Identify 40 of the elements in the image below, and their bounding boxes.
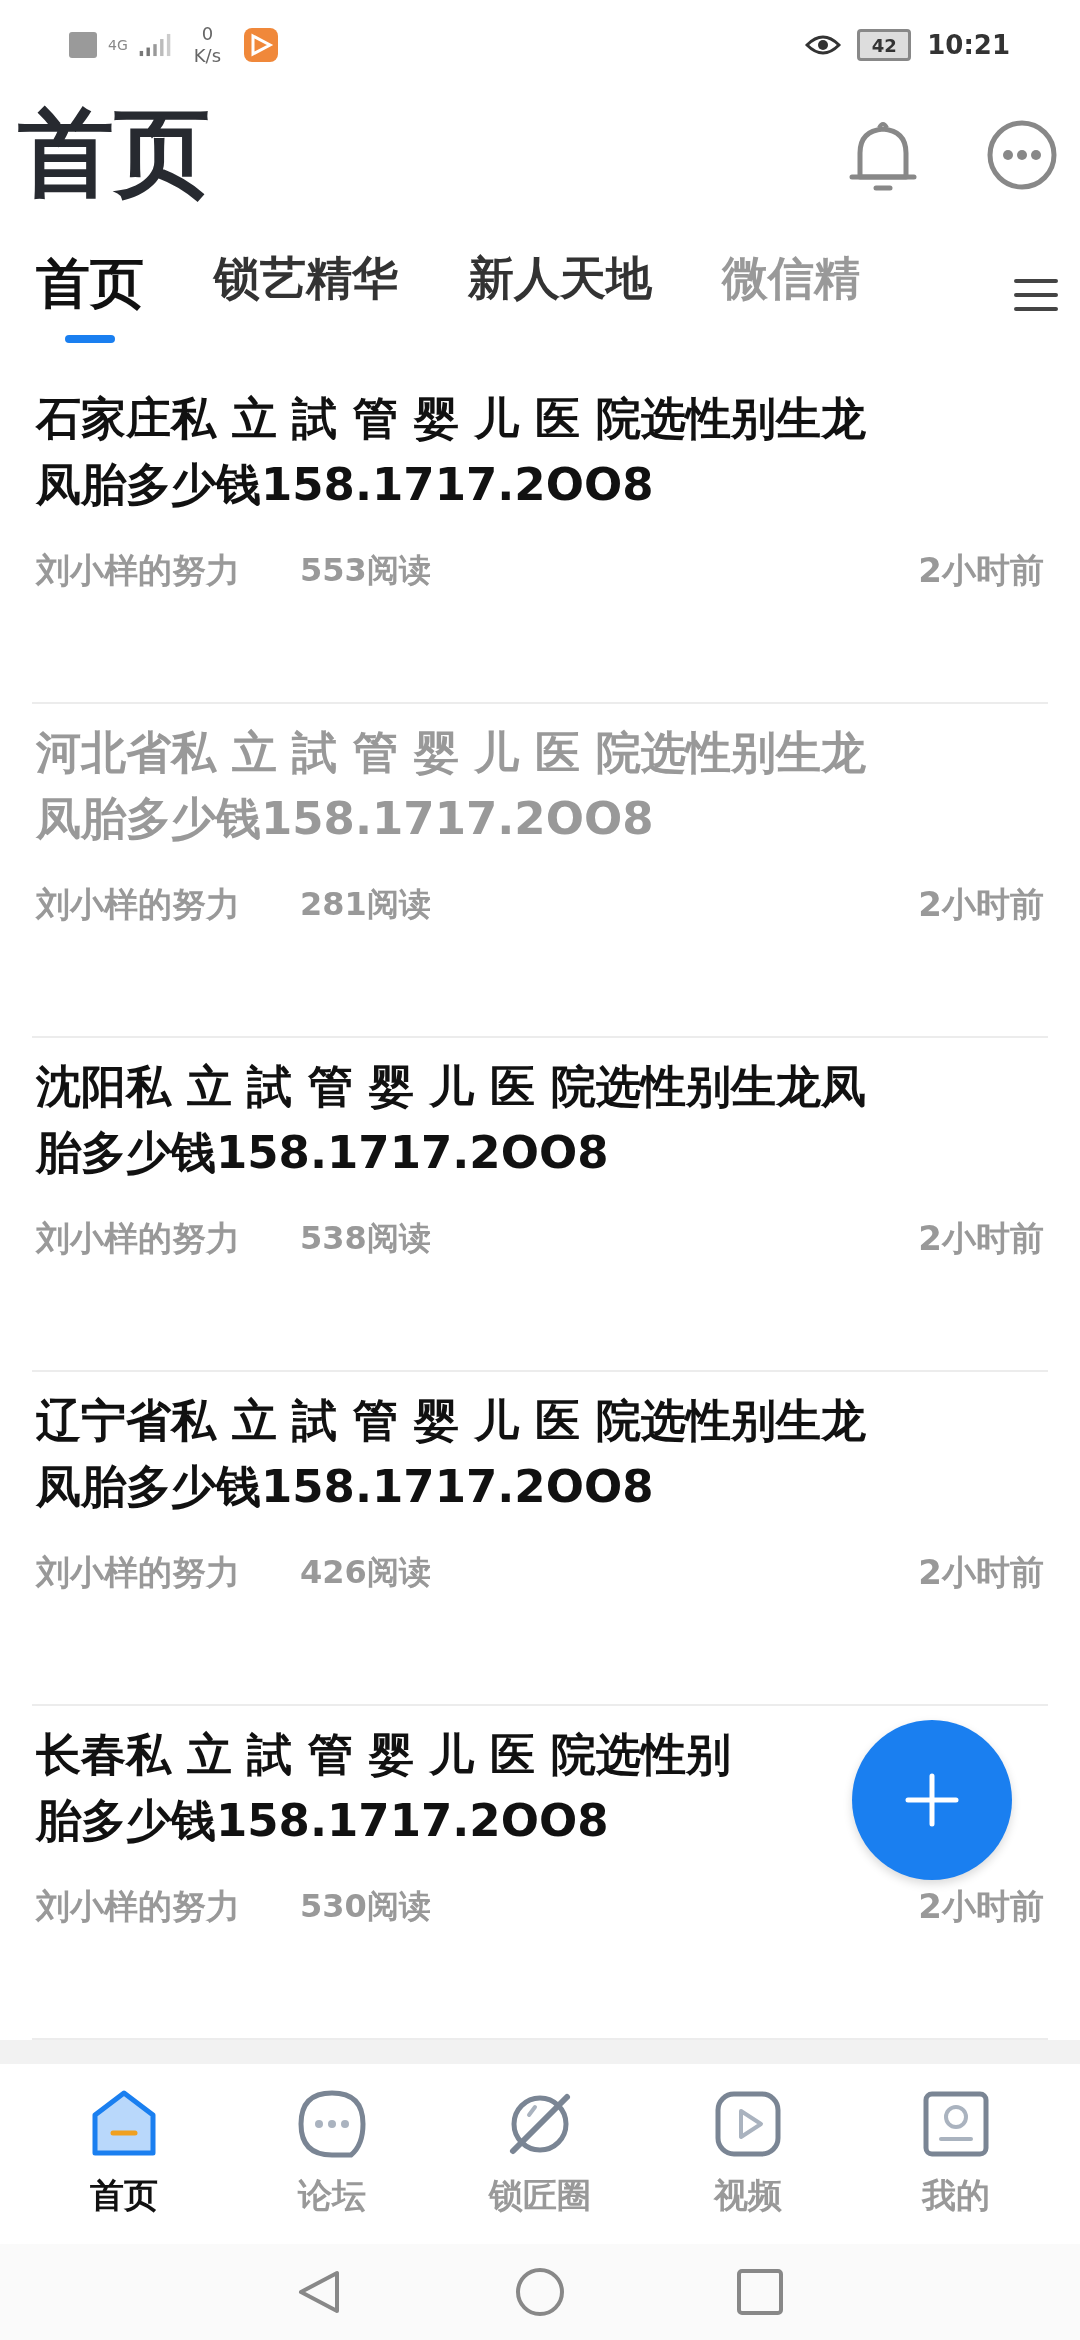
article-title[interactable]: 长春私 立 試 管 婴 儿 医 院选性别 胎多少钱158.1717.2OO8 bbox=[32, 1722, 735, 1854]
chat-icon bbox=[297, 2089, 367, 2159]
read-count: 530阅读 bbox=[300, 1886, 431, 1927]
author-name: 刘小样的努力 bbox=[36, 549, 240, 592]
read-count: 538阅读 bbox=[300, 1218, 431, 1259]
tab[interactable]: 首页 bbox=[36, 247, 144, 343]
clock-time: 10:21 bbox=[927, 30, 1010, 60]
home-icon[interactable] bbox=[515, 2267, 565, 2317]
post-time: 2小时前 bbox=[918, 549, 1044, 592]
author-name: 刘小样的努力 bbox=[36, 883, 240, 926]
speed-unit: K/s bbox=[193, 45, 221, 67]
play-icon bbox=[713, 2089, 783, 2159]
signal-icon bbox=[137, 31, 172, 59]
recents-icon[interactable] bbox=[735, 2267, 785, 2317]
battery-icon: 42 bbox=[857, 29, 912, 61]
nav-item[interactable]: 首页 bbox=[44, 2089, 204, 2219]
eye-icon bbox=[805, 33, 842, 57]
page-title: 首页 bbox=[18, 96, 210, 211]
app-icon bbox=[243, 27, 279, 63]
person-icon bbox=[921, 2089, 991, 2159]
article-title[interactable]: 石家庄私 立 試 管 婴 儿 医 院选性别生龙 凤胎多少钱158.1717.2OO8 bbox=[32, 386, 870, 518]
read-count: 553阅读 bbox=[300, 550, 431, 591]
author-name: 刘小样的努力 bbox=[36, 1551, 240, 1594]
tab[interactable]: 新人天地 bbox=[468, 247, 652, 343]
network-type: 4G bbox=[108, 37, 128, 53]
more-icon[interactable] bbox=[986, 119, 1058, 191]
post-time: 2小时前 bbox=[918, 883, 1044, 926]
post-time: 2小时前 bbox=[918, 1217, 1044, 1260]
article-title[interactable]: 辽宁省私 立 試 管 婴 儿 医 院选性别生龙 凤胎多少钱158.1717.2OO8 bbox=[32, 1388, 870, 1520]
menu-icon[interactable] bbox=[1014, 277, 1058, 313]
author-name: 刘小样的努力 bbox=[36, 1217, 240, 1260]
tab[interactable]: 锁艺精华 bbox=[214, 247, 398, 343]
hd-icon bbox=[68, 30, 98, 60]
read-count: 426阅读 bbox=[300, 1552, 431, 1593]
speed-value: 0 bbox=[201, 23, 214, 45]
author-name: 刘小样的努力 bbox=[36, 1885, 240, 1928]
article-title[interactable]: 沈阳私 立 試 管 婴 儿 医 院选性别生龙凤 胎多少钱158.1717.2OO8 bbox=[32, 1054, 870, 1186]
post-time: 2小时前 bbox=[918, 1551, 1044, 1594]
post-time: 2小时前 bbox=[918, 1885, 1044, 1928]
read-count: 281阅读 bbox=[300, 884, 431, 925]
